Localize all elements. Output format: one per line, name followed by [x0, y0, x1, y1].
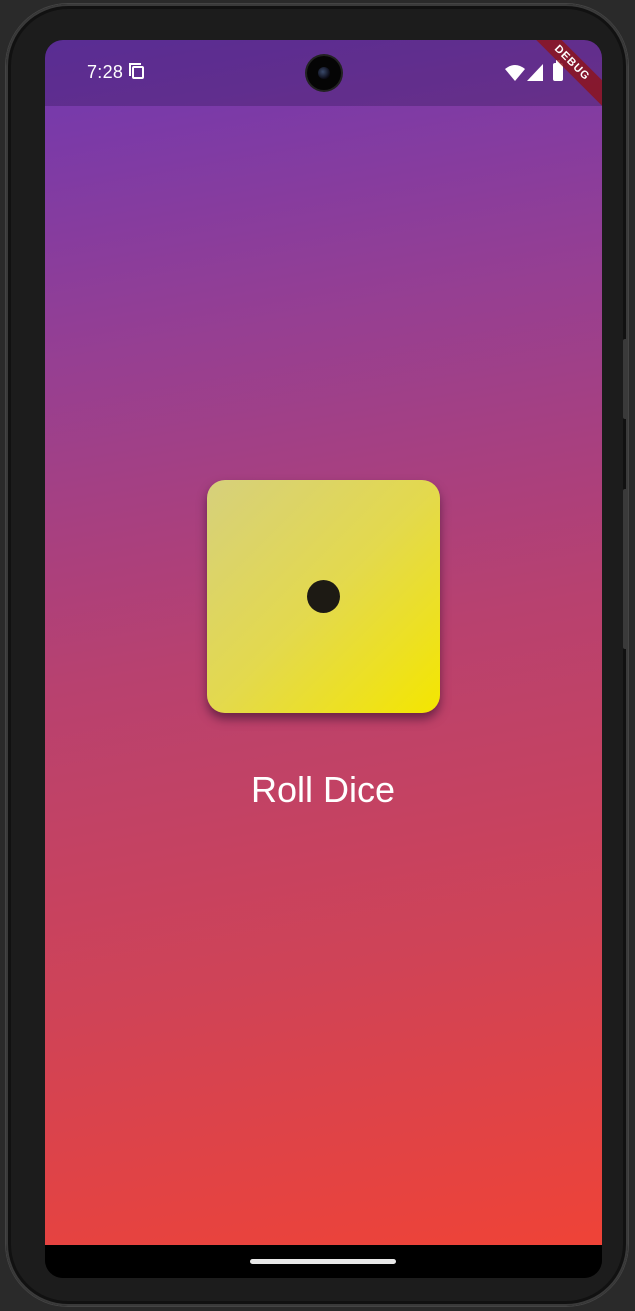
roll-dice-button[interactable]: Roll Dice	[223, 764, 423, 816]
app-content: 7:28 DEBUG Roll Dice	[45, 40, 602, 1245]
phone-frame: 7:28 DEBUG Roll Dice	[6, 4, 628, 1306]
home-indicator[interactable]	[250, 1259, 396, 1264]
wifi-icon	[505, 65, 525, 81]
front-camera	[307, 56, 341, 90]
navigation-bar	[45, 1245, 602, 1278]
status-bar: 7:28	[45, 40, 602, 106]
volume-button	[623, 489, 628, 649]
dice[interactable]	[207, 480, 440, 713]
screen: 7:28 DEBUG Roll Dice	[45, 40, 602, 1278]
signal-icon	[527, 64, 543, 81]
sim-card-icon	[129, 63, 144, 79]
status-time: 7:28	[87, 62, 124, 82]
dice-pip-icon	[307, 580, 340, 613]
power-button	[623, 339, 628, 419]
